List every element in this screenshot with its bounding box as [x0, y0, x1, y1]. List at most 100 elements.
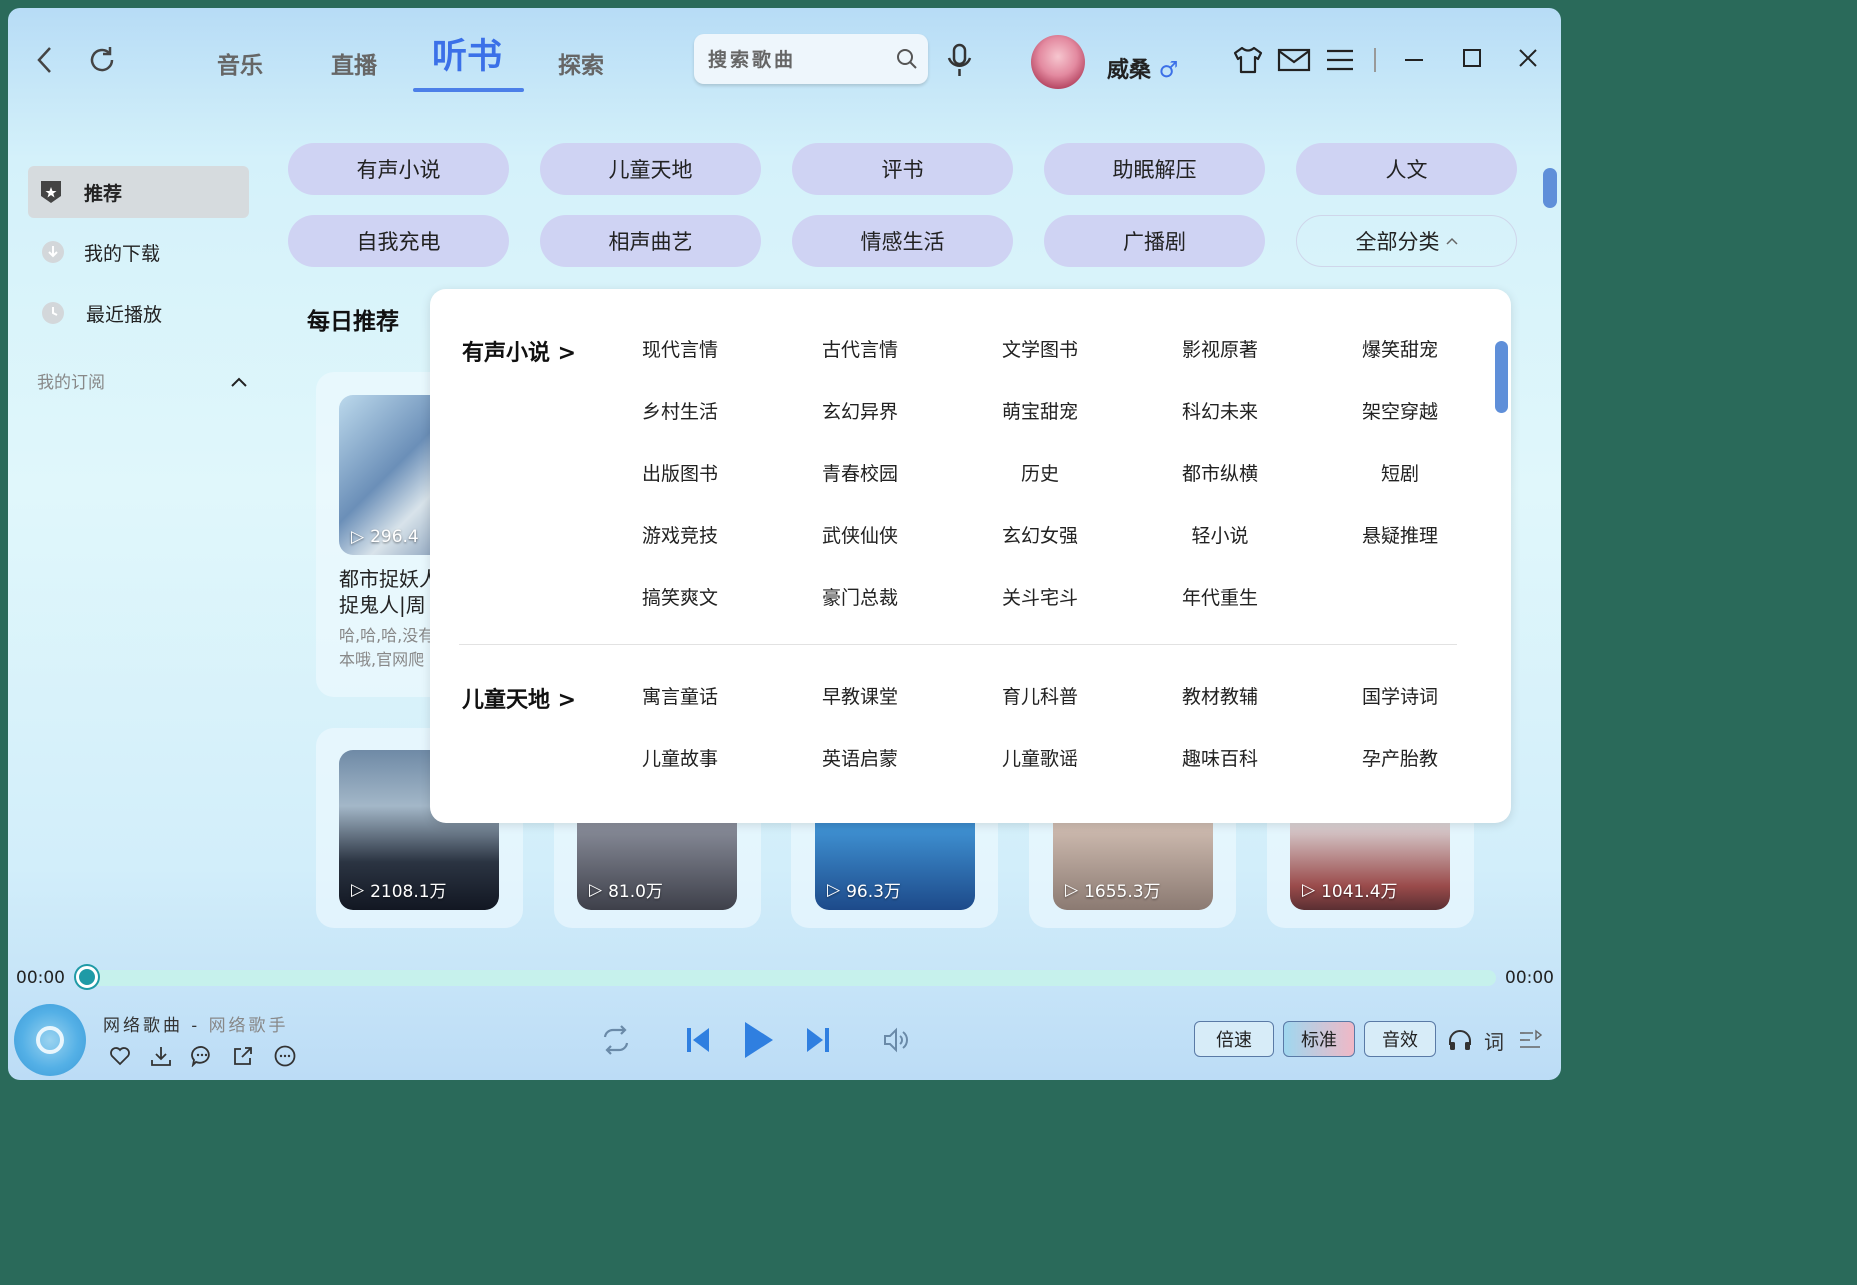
category-pill[interactable]: 评书 — [792, 143, 1013, 195]
refresh-icon[interactable] — [84, 42, 120, 78]
now-playing[interactable]: 网络歌曲 - 网络歌手 — [103, 1011, 289, 1036]
subcategory-item[interactable]: 年代重生 — [1150, 583, 1290, 610]
subcategory-item[interactable]: 萌宝甜宠 — [970, 397, 1110, 424]
heart-icon[interactable] — [108, 1044, 132, 1068]
search-icon[interactable] — [894, 46, 920, 72]
subcategory-item[interactable]: 古代言情 — [790, 335, 930, 362]
category-pill[interactable]: 助眠解压 — [1044, 143, 1265, 195]
popup-scrollbar[interactable] — [1495, 341, 1508, 413]
subcategory-item[interactable]: 早教课堂 — [790, 682, 930, 709]
section-title-kids[interactable]: 儿童天地 > — [462, 682, 576, 714]
subcategory-item[interactable]: 轻小说 — [1150, 521, 1290, 548]
category-pill[interactable]: 有声小说 — [288, 143, 509, 195]
subcategory-item[interactable]: 青春校园 — [790, 459, 930, 486]
subcategory-item[interactable]: 武侠仙侠 — [790, 521, 930, 548]
close-icon[interactable] — [1516, 46, 1540, 70]
menu-icon[interactable] — [1324, 46, 1356, 74]
minimize-icon[interactable] — [1402, 48, 1426, 72]
subcategory-item[interactable]: 影视原著 — [1150, 335, 1290, 362]
section-title-novels[interactable]: 有声小说 > — [462, 335, 576, 367]
sidebar-item-label: 推荐 — [84, 182, 123, 205]
tab-music[interactable]: 音乐 — [217, 46, 263, 80]
clock-icon — [40, 300, 66, 326]
next-icon[interactable] — [802, 1022, 834, 1058]
subcategory-item[interactable]: 玄幻女强 — [970, 521, 1110, 548]
subcategory-item[interactable]: 出版图书 — [610, 459, 750, 486]
section-divider — [459, 644, 1457, 645]
comment-icon[interactable] — [190, 1044, 214, 1068]
chevron-up-icon[interactable] — [229, 372, 249, 392]
play-count: ▷ 1041.4万 — [1302, 879, 1398, 903]
sidebar-item-recent[interactable]: 最近播放 — [28, 287, 249, 339]
book-title[interactable]: 都市捉妖人 捉鬼人|周 — [339, 566, 439, 618]
voice-search-icon[interactable] — [943, 40, 977, 80]
subcategory-item[interactable]: 文学图书 — [970, 335, 1110, 362]
subcategory-item[interactable]: 趣味百科 — [1150, 744, 1290, 771]
category-pill[interactable]: 儿童天地 — [540, 143, 761, 195]
subcategory-item[interactable]: 架空穿越 — [1330, 397, 1470, 424]
time-total: 00:00 — [1505, 968, 1554, 988]
more-icon[interactable] — [273, 1044, 297, 1068]
progress-knob[interactable] — [76, 966, 98, 988]
maximize-icon[interactable] — [1460, 46, 1484, 70]
progress-bar[interactable] — [87, 970, 1496, 986]
download-icon[interactable] — [149, 1044, 173, 1068]
sidebar-item-downloads[interactable]: 我的下载 — [28, 226, 249, 278]
play-count: ▷ 296.4 — [351, 527, 419, 547]
category-pill[interactable]: 相声曲艺 — [540, 215, 761, 267]
album-disc[interactable] — [14, 1004, 86, 1076]
quality-button[interactable]: 标准 — [1283, 1021, 1355, 1057]
headphones-icon[interactable] — [1446, 1026, 1474, 1054]
subcategory-item[interactable]: 教材教辅 — [1150, 682, 1290, 709]
subcategory-item[interactable]: 玄幻异界 — [790, 397, 930, 424]
main-scrollbar[interactable] — [1543, 168, 1557, 208]
subcategory-item[interactable]: 游戏竞技 — [610, 521, 750, 548]
username[interactable]: 威桑 ♂ — [1107, 52, 1178, 84]
skin-shirt-icon[interactable] — [1231, 44, 1265, 76]
subcategory-item[interactable]: 历史 — [970, 459, 1110, 486]
category-pill[interactable]: 自我充电 — [288, 215, 509, 267]
mail-icon[interactable] — [1276, 46, 1312, 74]
subcategory-item[interactable]: 国学诗词 — [1330, 682, 1470, 709]
tab-audiobook[interactable]: 听书 — [432, 28, 502, 79]
all-categories-button[interactable]: 全部分类 — [1296, 215, 1517, 267]
repeat-icon[interactable] — [598, 1022, 634, 1058]
lyrics-button[interactable]: 词 — [1484, 1026, 1504, 1055]
previous-icon[interactable] — [682, 1022, 714, 1058]
category-pill[interactable]: 广播剧 — [1044, 215, 1265, 267]
subscriptions-header[interactable]: 我的订阅 — [37, 368, 105, 393]
tab-live[interactable]: 直播 — [331, 46, 377, 80]
subcategory-item[interactable]: 儿童故事 — [610, 744, 750, 771]
subcategory-item[interactable]: 关斗宅斗 — [970, 583, 1110, 610]
play-icon: ▷ — [1065, 879, 1079, 900]
subcategory-item[interactable]: 豪门总裁 — [790, 583, 930, 610]
back-icon[interactable] — [30, 42, 60, 78]
subcategory-item[interactable]: 儿童歌谣 — [970, 744, 1110, 771]
subcategory-item[interactable]: 悬疑推理 — [1330, 521, 1470, 548]
subcategory-item[interactable]: 科幻未来 — [1150, 397, 1290, 424]
subcategory-item[interactable]: 现代言情 — [610, 335, 750, 362]
speed-button[interactable]: 倍速 — [1194, 1021, 1274, 1057]
subcategory-item[interactable]: 都市纵横 — [1150, 459, 1290, 486]
username-text: 威桑 — [1107, 58, 1152, 83]
search-input[interactable] — [706, 44, 890, 76]
volume-icon[interactable] — [880, 1024, 912, 1056]
category-pill[interactable]: 情感生活 — [792, 215, 1013, 267]
share-icon[interactable] — [231, 1044, 255, 1068]
sidebar-item-recommend[interactable]: 推荐 — [28, 166, 249, 218]
playlist-icon[interactable] — [1516, 1026, 1544, 1054]
subcategory-item[interactable]: 短剧 — [1330, 459, 1470, 486]
subcategory-item[interactable]: 英语启蒙 — [790, 744, 930, 771]
subcategory-item[interactable]: 搞笑爽文 — [610, 583, 750, 610]
subcategory-item[interactable]: 乡村生活 — [610, 397, 750, 424]
tab-explore[interactable]: 探索 — [558, 46, 604, 80]
sound-effects-button[interactable]: 音效 — [1364, 1021, 1436, 1057]
subcategory-item[interactable]: 育儿科普 — [970, 682, 1110, 709]
subcategory-item[interactable]: 寓言童话 — [610, 682, 750, 709]
play-icon[interactable] — [736, 1016, 780, 1064]
subcategory-item[interactable]: 爆笑甜宠 — [1330, 335, 1470, 362]
category-pill[interactable]: 人文 — [1296, 143, 1517, 195]
avatar[interactable] — [1031, 35, 1085, 89]
subcategory-item[interactable]: 孕产胎教 — [1330, 744, 1470, 771]
download-circle-icon — [40, 239, 66, 265]
